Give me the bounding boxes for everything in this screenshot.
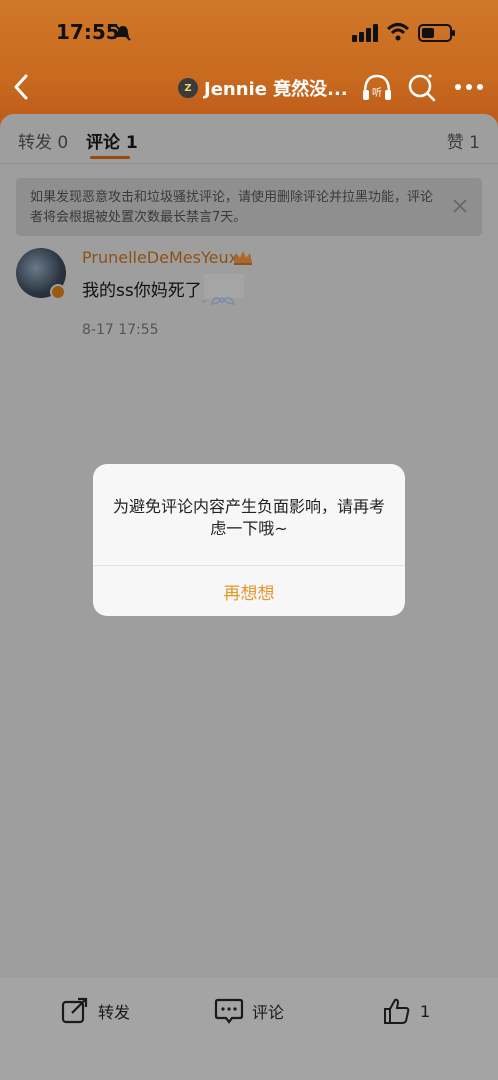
like-button[interactable]: 1 (382, 996, 430, 1026)
listen-icon[interactable]: 听 (360, 72, 394, 104)
confirm-dialog: 为避免评论内容产生负面影响，请再考虑一下哦~ 再想想 (93, 464, 405, 616)
comment-timestamp: 8-17 17:55 (82, 322, 159, 338)
back-icon[interactable] (10, 72, 34, 102)
verified-badge-icon (50, 284, 66, 300)
bottom-action-bar: 转发 评论 1 (0, 978, 498, 1080)
comment-button[interactable]: 评论 (214, 996, 284, 1026)
comments-sheet: 转发 0 评论 1 赞 1 如果发现恶意攻击和垃圾骚扰评论，请使用删除评论并拉黑… (0, 114, 498, 354)
battery-icon (418, 24, 455, 42)
title-badge-icon: Z (178, 78, 198, 98)
status-bar: 17:55 (0, 0, 498, 60)
tab-active-indicator (90, 156, 130, 159)
tab-bar: 转发 0 评论 1 赞 1 (0, 114, 498, 164)
repost-button[interactable]: 转发 (60, 996, 130, 1026)
reconsider-button[interactable]: 再想想 (93, 566, 405, 616)
tab-comment[interactable]: 评论 1 (86, 128, 138, 153)
dialog-message: 为避免评论内容产生负面影响，请再考虑一下哦~ (112, 497, 385, 538)
comment-icon (214, 998, 244, 1024)
comment-text: 我的ss你妈死了 (82, 281, 202, 301)
status-time: 17:55 (56, 20, 120, 44)
comment-username[interactable]: PrunelleDeMesYeux (82, 248, 238, 267)
wifi-icon (386, 23, 410, 41)
bell-muted-icon (115, 25, 131, 41)
tab-repost[interactable]: 转发 0 (18, 128, 68, 153)
signal-icon (352, 24, 378, 42)
share-icon (61, 997, 88, 1024)
svg-text:听: 听 (372, 87, 382, 99)
page-title[interactable]: Jennie 竟然没... (204, 75, 348, 101)
search-icon[interactable] (406, 72, 438, 104)
more-icon[interactable] (454, 82, 484, 92)
crown-icon (234, 251, 252, 265)
bow-sticker-icon (201, 274, 244, 305)
notice-text: 如果发现恶意攻击和垃圾骚扰评论，请使用删除评论并拉黑功能，评论者将会根据被处置次… (30, 190, 434, 225)
tab-like[interactable]: 赞 1 (447, 128, 480, 153)
repost-label: 转发 (98, 1003, 131, 1022)
comment-item[interactable]: PrunelleDeMesYeux 我的ss你妈死了 8-17 17:55 (0, 244, 498, 344)
thumbs-up-icon (384, 998, 410, 1024)
nav-bar: Z Jennie 竟然没... 听 (0, 66, 498, 110)
like-count: 1 (420, 1001, 431, 1021)
moderation-notice: 如果发现恶意攻击和垃圾骚扰评论，请使用删除评论并拉黑功能，评论者将会根据被处置次… (16, 178, 482, 236)
close-icon[interactable] (452, 198, 468, 214)
comment-label: 评论 (252, 1003, 285, 1022)
